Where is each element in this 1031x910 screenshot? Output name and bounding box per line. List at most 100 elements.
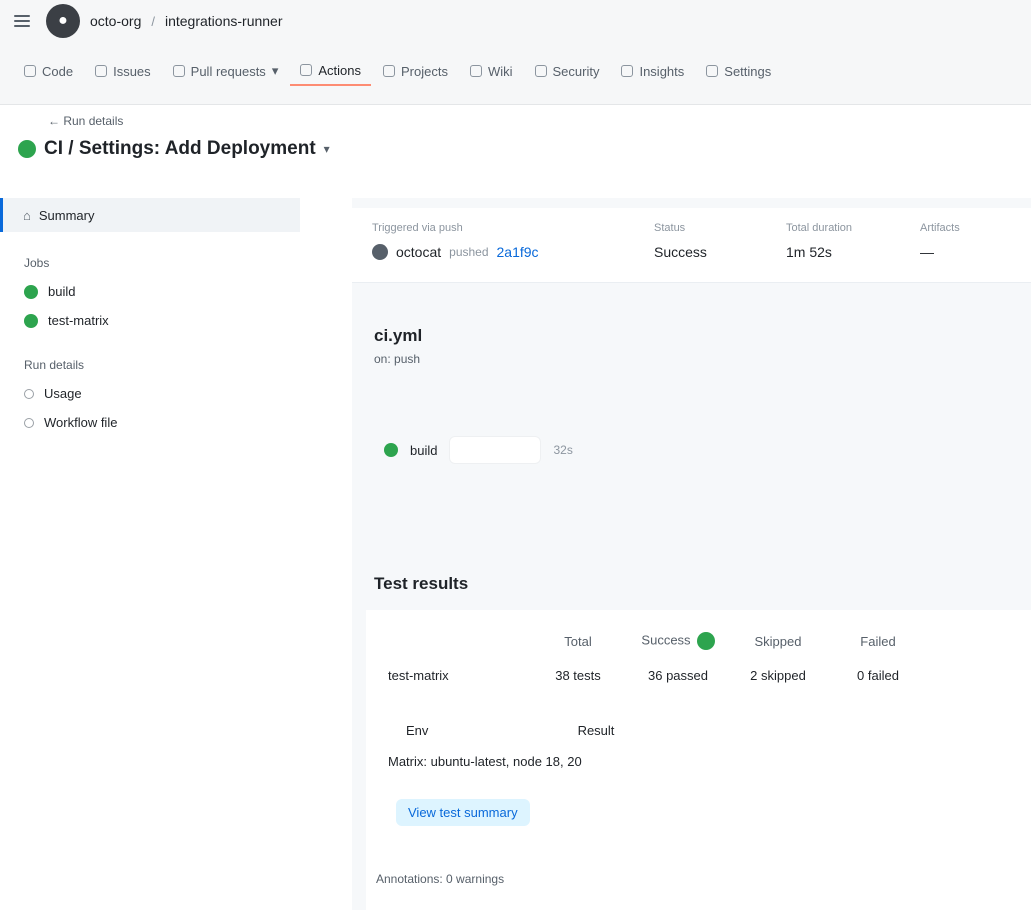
pushed-label: pushed bbox=[449, 245, 489, 259]
column-header-label: Success bbox=[641, 632, 691, 648]
table-cell: 38 tests bbox=[555, 668, 601, 683]
file-icon bbox=[24, 417, 34, 428]
back-link-label: Run details bbox=[63, 114, 124, 128]
check-circle-icon bbox=[24, 284, 38, 299]
job-node-label: build bbox=[410, 442, 438, 458]
table-header: Total Success Skipped Failed bbox=[366, 632, 1031, 650]
repo-header: ● octo-org / integrations-runner Code Is… bbox=[0, 0, 1031, 105]
check-circle-icon bbox=[696, 632, 715, 650]
run-sidebar: ⌂ Summary Jobs build test-matrix Run det… bbox=[0, 198, 330, 430]
workflow-trigger: on: push bbox=[374, 352, 421, 366]
chevron-down-icon: ▾ bbox=[271, 63, 279, 78]
arrow-left-icon: ← bbox=[48, 114, 64, 128]
sidebar-item-label: Workflow file bbox=[44, 415, 118, 430]
run-status-card: Triggered via push octocat pushed 2a1f9c… bbox=[352, 208, 1031, 283]
chevron-down-icon[interactable]: ▾ bbox=[324, 142, 330, 156]
tab-label: Security bbox=[552, 63, 600, 79]
column-header: Total bbox=[564, 633, 592, 649]
page-title: CI / Settings: Add Deployment ▾ bbox=[18, 138, 418, 160]
tab-actions[interactable]: Actions bbox=[290, 57, 371, 86]
table-subheader: Env Result bbox=[366, 723, 1031, 738]
duration-value: 1m 52s bbox=[786, 244, 832, 260]
repo-icon[interactable]: ● bbox=[46, 4, 80, 38]
code-icon bbox=[24, 65, 36, 77]
row-label: test-matrix bbox=[388, 668, 449, 683]
duration-stat: Total duration 1m 52s bbox=[786, 222, 852, 260]
sidebar-item-workflow-file[interactable]: Workflow file bbox=[24, 415, 330, 430]
sidebar-item-job[interactable]: test-matrix bbox=[24, 313, 330, 328]
play-icon bbox=[300, 64, 313, 76]
avatar[interactable] bbox=[372, 244, 388, 260]
column-header: Skipped bbox=[754, 633, 802, 649]
view-summary-button[interactable]: View test summary bbox=[396, 799, 1031, 826]
column-header: Result bbox=[577, 723, 615, 738]
test-results-title: Test results bbox=[374, 574, 469, 593]
table-cell: 2 skipped bbox=[750, 668, 806, 683]
sidebar-item-label: test-matrix bbox=[48, 313, 109, 328]
tab-label: Projects bbox=[400, 63, 448, 79]
repo-nav: Code Issues Pull requests ▾ Actions Proje… bbox=[14, 54, 781, 88]
tab-wiki[interactable]: Wiki bbox=[460, 58, 523, 85]
tab-settings[interactable]: Settings bbox=[696, 58, 781, 85]
tab-projects[interactable]: Projects bbox=[373, 58, 458, 85]
column-header: Env bbox=[406, 723, 429, 738]
run-header: ← Run details CI / Settings: Add Deploym… bbox=[18, 114, 418, 160]
test-results-table: Total Success Skipped Failed test-matrix… bbox=[366, 610, 1031, 910]
check-circle-icon bbox=[384, 443, 398, 457]
matrix-note: Matrix: ubuntu-latest, node 18, 20 bbox=[388, 754, 582, 769]
breadcrumb-separator: / bbox=[151, 13, 155, 29]
table-cell: 0 failed bbox=[857, 668, 899, 683]
sidebar-item-summary[interactable]: ⌂ Summary bbox=[0, 198, 300, 232]
tab-label: Wiki bbox=[487, 63, 513, 79]
tab-label: Insights bbox=[639, 63, 685, 79]
workflow-title: ci.yml bbox=[374, 326, 423, 345]
duration-label: Total duration bbox=[786, 222, 853, 234]
breadcrumb-owner[interactable]: octo-org bbox=[90, 13, 141, 29]
status-value: Success bbox=[654, 244, 707, 260]
tab-pull-requests[interactable]: Pull requests ▾ bbox=[163, 57, 289, 85]
sidebar-group-jobs: Jobs bbox=[24, 256, 50, 270]
trigger-label: Triggered via push bbox=[372, 222, 463, 234]
job-duration: 32s bbox=[553, 443, 573, 457]
artifacts-label: Artifacts bbox=[920, 222, 960, 234]
shield-icon bbox=[534, 65, 547, 77]
workflow-graph: build 32s bbox=[372, 418, 1031, 488]
artifacts-stat: Artifacts — bbox=[920, 222, 960, 260]
table-row[interactable]: test-matrix 38 tests 36 passed 2 skipped… bbox=[366, 668, 1031, 683]
sidebar-item-usage[interactable]: Usage bbox=[24, 386, 330, 401]
artifacts-value: — bbox=[920, 244, 934, 260]
tab-label: Settings bbox=[724, 63, 772, 79]
tab-label: Actions bbox=[318, 62, 361, 78]
table-icon bbox=[382, 65, 395, 77]
table-cell: 36 passed bbox=[648, 668, 708, 683]
status-stat: Status Success bbox=[654, 222, 707, 260]
issue-icon bbox=[95, 65, 108, 77]
back-link[interactable]: ← Run details bbox=[48, 114, 418, 128]
tab-security[interactable]: Security bbox=[525, 58, 610, 85]
tab-label: Pull requests bbox=[190, 63, 266, 79]
sidebar-item-job[interactable]: build bbox=[24, 284, 330, 299]
tab-issues[interactable]: Issues bbox=[85, 58, 161, 85]
actor-name[interactable]: octocat bbox=[396, 244, 441, 260]
annotations-footer: Annotations: 0 warnings bbox=[376, 872, 505, 886]
tab-label: Code bbox=[42, 63, 74, 79]
commit-sha-link[interactable]: 2a1f9c bbox=[497, 244, 539, 260]
column-header: Failed bbox=[860, 633, 896, 649]
book-icon bbox=[469, 65, 482, 77]
clock-icon bbox=[24, 388, 34, 399]
breadcrumb-repo[interactable]: integrations-runner bbox=[165, 13, 283, 29]
tab-code[interactable]: Code bbox=[14, 58, 83, 85]
view-summary-label: View test summary bbox=[396, 799, 530, 826]
pull-request-icon bbox=[172, 65, 185, 77]
tab-insights[interactable]: Insights bbox=[611, 58, 694, 85]
graph-icon bbox=[621, 65, 634, 77]
sidebar-item-label: Usage bbox=[44, 386, 82, 401]
job-progress-bar bbox=[449, 436, 542, 464]
check-circle-icon bbox=[24, 313, 38, 328]
run-main: Triggered via push octocat pushed 2a1f9c… bbox=[352, 198, 1031, 910]
tab-label: Issues bbox=[113, 63, 151, 79]
job-node[interactable]: build 32s bbox=[372, 418, 1031, 482]
home-icon: ⌂ bbox=[23, 207, 31, 223]
menu-icon[interactable] bbox=[14, 15, 30, 27]
column-header-success: Success bbox=[628, 632, 728, 650]
